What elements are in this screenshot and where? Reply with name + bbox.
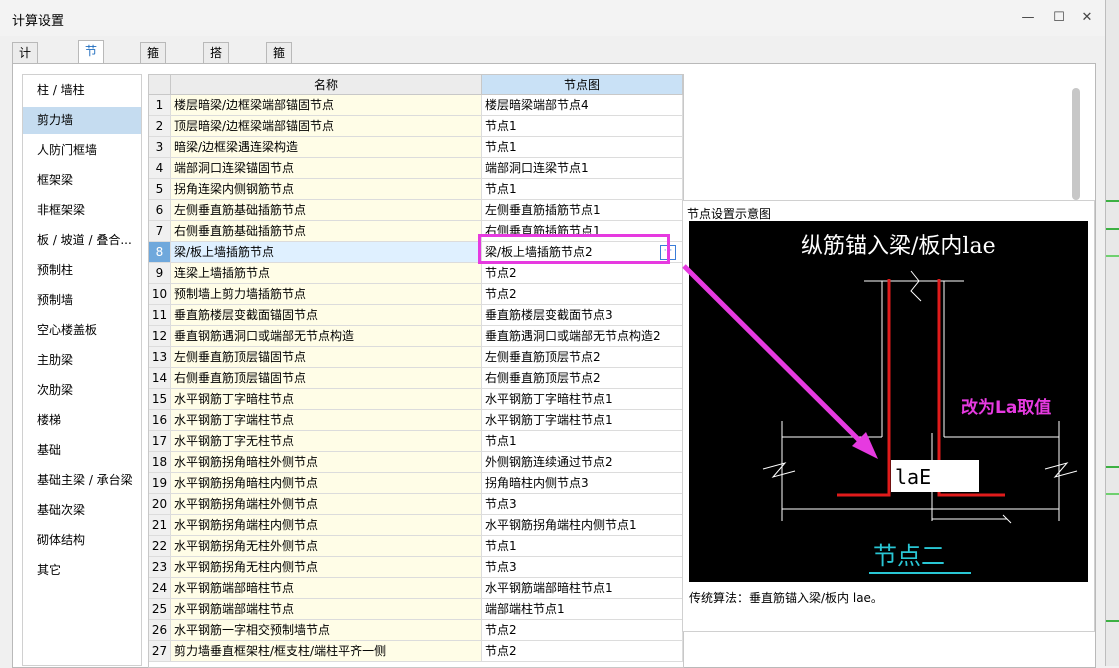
callout-arrow-line	[682, 264, 868, 449]
callout-arrow	[682, 264, 878, 459]
